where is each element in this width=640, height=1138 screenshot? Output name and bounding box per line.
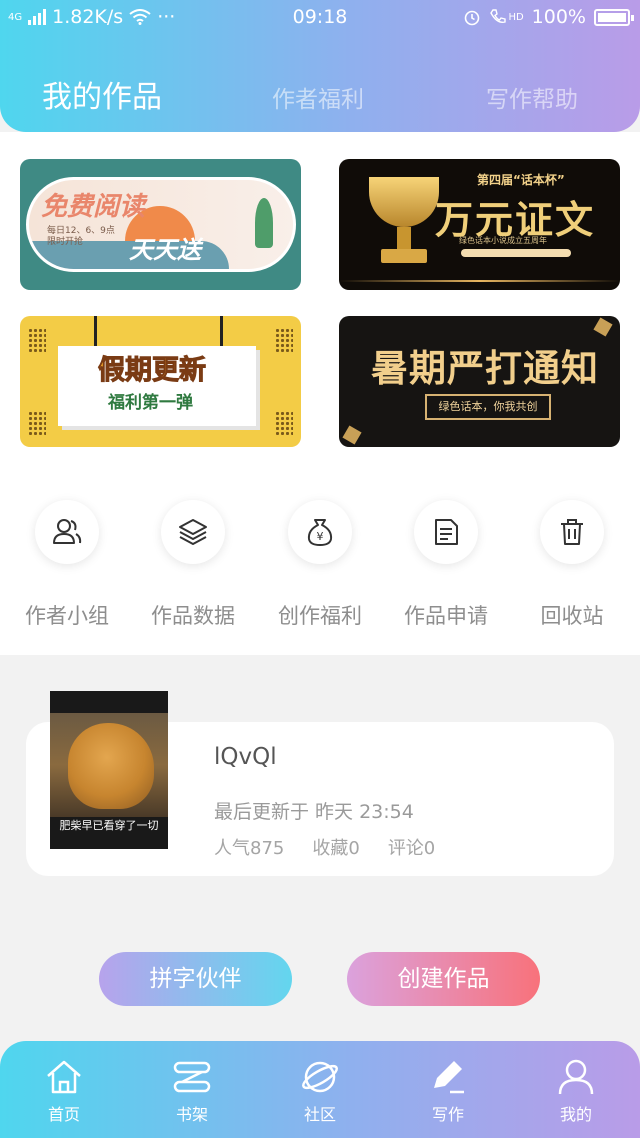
quick-circle — [161, 500, 225, 564]
nav-home[interactable]: 首页 — [29, 1057, 99, 1125]
hanging-string — [220, 316, 223, 350]
gold-gem — [593, 317, 613, 337]
nav-label: 写作 — [431, 1105, 464, 1124]
banner-note: 每日12、6、9点 限时开抢 — [47, 226, 115, 247]
quick-label: 创作福利 — [278, 604, 362, 628]
favorites-count: 收藏0 — [312, 838, 360, 859]
quick-label: 回收站 — [540, 604, 604, 628]
bookshelf-icon — [173, 1061, 211, 1093]
top-panel: 免费阅读 每日12、6、9点 限时开抢 天天送 第四届“话本杯” 万元证文 绿色… — [0, 132, 640, 655]
banner-subtitle: 绿色话本，你我共创 — [425, 394, 551, 420]
comments-count: 评论0 — [387, 838, 436, 859]
gold-gem — [342, 425, 362, 445]
banner-holiday-update[interactable]: 假期更新 福利第一弹 — [20, 316, 301, 447]
quick-work-application[interactable]: 作品申请 — [401, 500, 491, 630]
work-stats: 人气875 收藏0 评论0 — [214, 834, 435, 860]
quick-work-data[interactable]: 作品数据 — [148, 500, 238, 630]
layers-icon — [179, 519, 207, 545]
nav-me[interactable]: 我的 — [541, 1057, 611, 1125]
create-work-button[interactable]: 创建作品 — [347, 952, 540, 1006]
header: 4G 1.82K/s ··· 09:18 HD 100% 我的作品 作者福利 写… — [0, 0, 640, 132]
banner-note: 绿色话本小说成立五周年 — [459, 236, 547, 245]
quick-circle — [540, 500, 604, 564]
banner-title: 假期更新 — [98, 355, 207, 387]
dot-pattern — [275, 411, 293, 435]
writing-partner-button[interactable]: 拼字伙伴 — [99, 952, 292, 1006]
nav-bookshelf[interactable]: 书架 — [157, 1057, 227, 1125]
tab-author-benefits[interactable]: 作者福利 — [272, 80, 364, 114]
banner-title: 免费阅读 — [41, 192, 146, 222]
document-icon — [435, 519, 458, 545]
quick-label: 作者小组 — [25, 604, 109, 628]
dot-pattern — [275, 328, 293, 352]
tab-my-works[interactable]: 我的作品 — [42, 72, 162, 116]
tab-writing-help[interactable]: 写作帮助 — [486, 80, 578, 114]
battery-level: 100% — [531, 6, 586, 28]
quick-creation-benefits[interactable]: ¥ 创作福利 — [275, 500, 365, 630]
tab-bar: 我的作品 作者福利 写作帮助 — [0, 68, 640, 118]
banner-subtitle: 福利第一弹 — [108, 393, 193, 413]
quick-label: 作品数据 — [151, 604, 235, 628]
alarm-icon — [465, 10, 480, 26]
banner-contest[interactable]: 第四届“话本杯” 万元证文 绿色话本小说成立五周年 — [339, 159, 620, 290]
quick-circle: ¥ — [288, 500, 352, 564]
work-cover[interactable]: 肥柴早已看穿了一切 — [50, 691, 168, 849]
money-bag-icon: ¥ — [307, 519, 333, 546]
users-icon — [53, 519, 82, 544]
work-title[interactable]: lQvQl — [214, 744, 277, 770]
dog-image — [68, 723, 154, 809]
dot-pattern — [28, 411, 46, 435]
svg-text:¥: ¥ — [317, 530, 324, 543]
quick-recycle-bin[interactable]: 回收站 — [527, 500, 617, 630]
planet-icon — [302, 1061, 338, 1093]
hd-call-icon: HD — [489, 8, 524, 26]
cover-caption: 肥柴早已看穿了一切 — [59, 819, 159, 832]
trash-icon — [561, 519, 583, 545]
pen-icon — [434, 1061, 464, 1094]
nav-community[interactable]: 社区 — [285, 1057, 355, 1125]
trophy-stem — [397, 227, 411, 249]
nav-label: 社区 — [303, 1105, 336, 1124]
banner-pill: 免费阅读 每日12、6、9点 限时开抢 天天送 — [26, 177, 296, 272]
banner-free-reading[interactable]: 免费阅读 每日12、6、9点 限时开抢 天天送 — [20, 159, 301, 290]
quick-author-group[interactable]: 作者小组 — [22, 500, 112, 630]
glow-line — [339, 280, 620, 282]
home-icon — [47, 1060, 81, 1094]
trophy-base — [381, 249, 427, 263]
quick-circle — [414, 500, 478, 564]
user-icon — [558, 1059, 594, 1095]
nav-label: 首页 — [47, 1105, 80, 1124]
banner-kicker: 第四届“话本杯” — [477, 173, 565, 187]
banner-subtitle: 天天送 — [129, 236, 201, 264]
trophy-icon — [369, 177, 439, 227]
banner-summer-notice[interactable]: 暑期严打通知 绿色话本，你我共创 — [339, 316, 620, 447]
work-updated-time: 最后更新于 昨天 23:54 — [214, 801, 414, 823]
hanging-string — [94, 316, 97, 350]
dot-pattern — [28, 328, 46, 352]
bottom-nav: 首页 书架 社区 写作 我的 — [0, 1041, 640, 1138]
nav-write[interactable]: 写作 — [413, 1057, 483, 1125]
status-bar: 4G 1.82K/s ··· 09:18 HD 100% — [0, 0, 640, 34]
quick-circle — [35, 500, 99, 564]
banner-bar — [461, 249, 571, 257]
nav-label: 我的 — [559, 1105, 592, 1124]
popularity-count: 人气875 — [214, 838, 285, 859]
nav-label: 书架 — [175, 1105, 208, 1124]
quick-label: 作品申请 — [404, 604, 488, 628]
battery-icon — [594, 8, 634, 26]
banner-title: 暑期严打通知 — [371, 347, 599, 390]
plant-graphic — [255, 198, 273, 248]
